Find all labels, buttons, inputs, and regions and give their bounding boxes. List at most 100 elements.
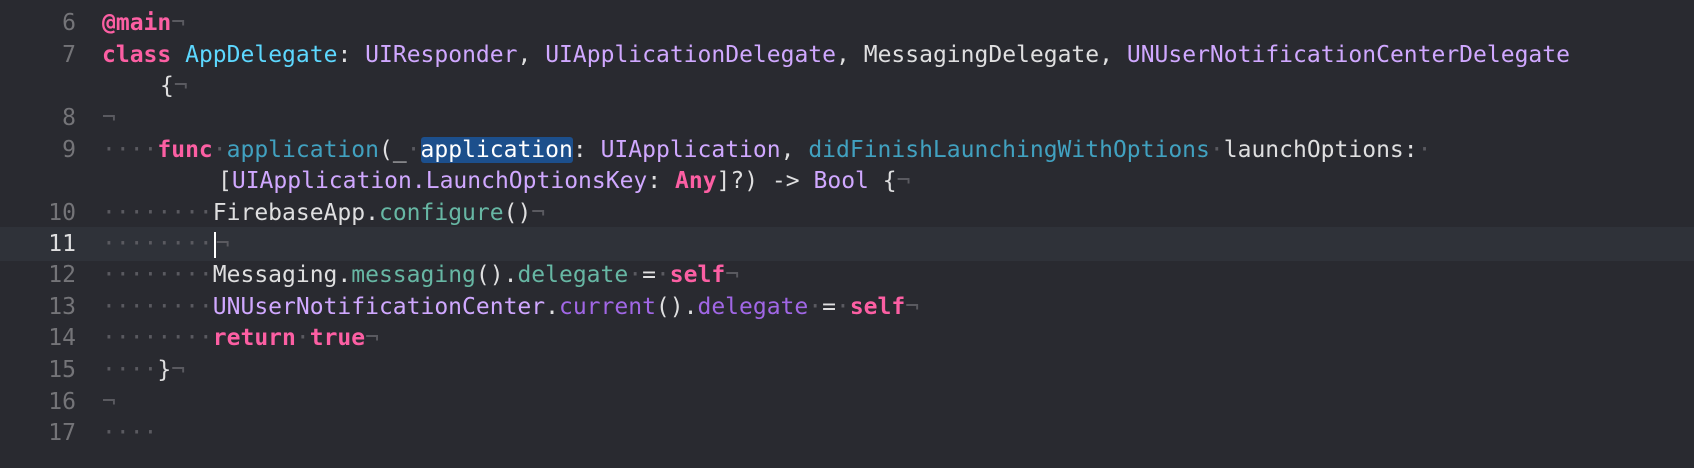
code-token: : — [572, 137, 587, 163]
code-token: current — [558, 294, 656, 320]
code-token: self — [849, 294, 906, 320]
code-line[interactable]: ········FirebaseApp.configure()¬ — [102, 196, 545, 230]
code-token: UIApplication — [600, 137, 781, 163]
code-line[interactable]: class AppDelegate: UIResponder, UIApplic… — [102, 38, 1570, 72]
code-token: ]?) -> — [716, 168, 800, 194]
code-token: FirebaseApp — [212, 200, 366, 226]
code-token: MessagingDelegate — [863, 42, 1100, 68]
indent-marker: ········ — [102, 200, 213, 226]
newline-marker: ¬ — [171, 357, 186, 383]
code-line[interactable]: ····func·application(_·application: UIAp… — [102, 133, 1431, 167]
code-token: application — [226, 137, 379, 163]
code-token: , — [517, 42, 532, 68]
space-marker: · — [628, 262, 643, 288]
code-token: = — [822, 294, 836, 320]
space-marker: · — [295, 325, 310, 351]
line-number: 15 — [48, 357, 76, 383]
current-line-highlight — [0, 227, 1694, 261]
code-token: self — [669, 262, 726, 288]
line-number: 8 — [62, 105, 76, 131]
code-token: , — [1099, 42, 1113, 68]
newline-marker: ¬ — [173, 73, 188, 99]
code-token: Bool — [813, 168, 869, 194]
code-line[interactable]: ¬ — [102, 101, 116, 135]
code-token: : — [647, 168, 662, 194]
indent-marker: ···· — [102, 137, 158, 163]
code-token: Messaging — [212, 262, 338, 288]
code-line[interactable]: ········UNUserNotificationCenter.current… — [102, 290, 919, 324]
code-token: didFinishLaunchingWithOptions — [808, 137, 1210, 163]
line-number: 9 — [62, 137, 76, 163]
code-token: { — [160, 73, 174, 99]
code-token: messaging — [351, 262, 476, 288]
code-token: , — [780, 137, 795, 163]
code-token: UNUserNotificationCenterDelegate — [1126, 42, 1570, 68]
newline-marker: ¬ — [215, 231, 230, 257]
code-token: () — [503, 200, 532, 226]
indent-marker: ···· — [102, 420, 158, 446]
newline-marker: ¬ — [531, 200, 546, 226]
code-line-wrapped[interactable]: {¬ — [160, 69, 188, 103]
code-token: delegate — [517, 262, 629, 288]
space-marker: · — [406, 137, 421, 163]
line-number-gutter: 6 7 8 9 10 11 12 13 14 15 16 17 — [0, 0, 80, 468]
newline-marker: ¬ — [365, 325, 379, 351]
code-editor[interactable]: 6 7 8 9 10 11 12 13 14 15 16 17 @main¬ c… — [0, 0, 1694, 468]
newline-marker: ¬ — [102, 105, 116, 131]
code-token: AppDelegate — [185, 42, 338, 68]
space-marker: · — [1209, 137, 1224, 163]
code-token: true — [309, 325, 366, 351]
code-token: launchOptions: — [1223, 137, 1418, 163]
line-number: 16 — [48, 389, 76, 415]
code-line[interactable]: ········Messaging.messaging().delegate·=… — [102, 258, 739, 292]
code-token: . — [365, 200, 379, 226]
code-line[interactable]: ¬ — [102, 385, 116, 419]
code-token: UIApplication.LaunchOptionsKey — [231, 168, 648, 194]
code-line[interactable]: ········return·true¬ — [102, 321, 379, 355]
code-token: } — [157, 357, 172, 383]
space-marker: · — [835, 294, 850, 320]
code-token: delegate — [697, 294, 809, 320]
newline-marker: ¬ — [171, 10, 186, 36]
line-number: 13 — [48, 294, 76, 320]
newline-marker: ¬ — [725, 262, 740, 288]
space-marker: · — [212, 137, 227, 163]
code-token: = — [642, 262, 656, 288]
code-line[interactable]: @main¬ — [102, 6, 185, 40]
code-line-wrapped[interactable]: [UIApplication.LaunchOptionsKey: Any]?) … — [218, 164, 910, 198]
code-token: . — [545, 294, 559, 320]
code-token: (_ — [378, 137, 407, 163]
code-token: (). — [475, 262, 518, 288]
line-number: 12 — [48, 262, 76, 288]
space-marker: · — [1417, 137, 1432, 163]
line-number: 10 — [48, 200, 76, 226]
code-token: return — [212, 325, 296, 351]
code-token: . — [337, 262, 352, 288]
code-token: @main — [102, 10, 172, 36]
indent-marker: ········ — [102, 294, 213, 320]
line-number-active: 11 — [48, 231, 76, 257]
code-token: : — [337, 42, 352, 68]
code-token: { — [882, 168, 897, 194]
indent-marker: ········ — [102, 325, 213, 351]
code-token: UIApplicationDelegate — [545, 42, 836, 68]
indent-marker: ········ — [102, 231, 213, 257]
line-number: 7 — [62, 42, 76, 68]
newline-marker: ¬ — [102, 389, 116, 415]
space-marker: · — [655, 262, 670, 288]
selected-token: application — [420, 137, 573, 163]
newline-marker: ¬ — [905, 294, 920, 320]
indent-marker: ···· — [102, 357, 158, 383]
code-line[interactable]: ····}¬ — [102, 353, 185, 387]
code-line[interactable]: ···· — [102, 416, 157, 450]
code-token: class — [102, 42, 172, 68]
code-line-active[interactable]: ········ ¬ — [102, 227, 230, 261]
code-token: UNUserNotificationCenter — [212, 294, 546, 320]
indent-marker: ········ — [102, 262, 213, 288]
code-token: UIResponder — [365, 42, 518, 68]
code-token: Any — [675, 168, 717, 194]
space-marker: · — [808, 294, 823, 320]
line-number: 14 — [48, 325, 76, 351]
code-token: func — [157, 137, 213, 163]
code-token: configure — [378, 200, 504, 226]
